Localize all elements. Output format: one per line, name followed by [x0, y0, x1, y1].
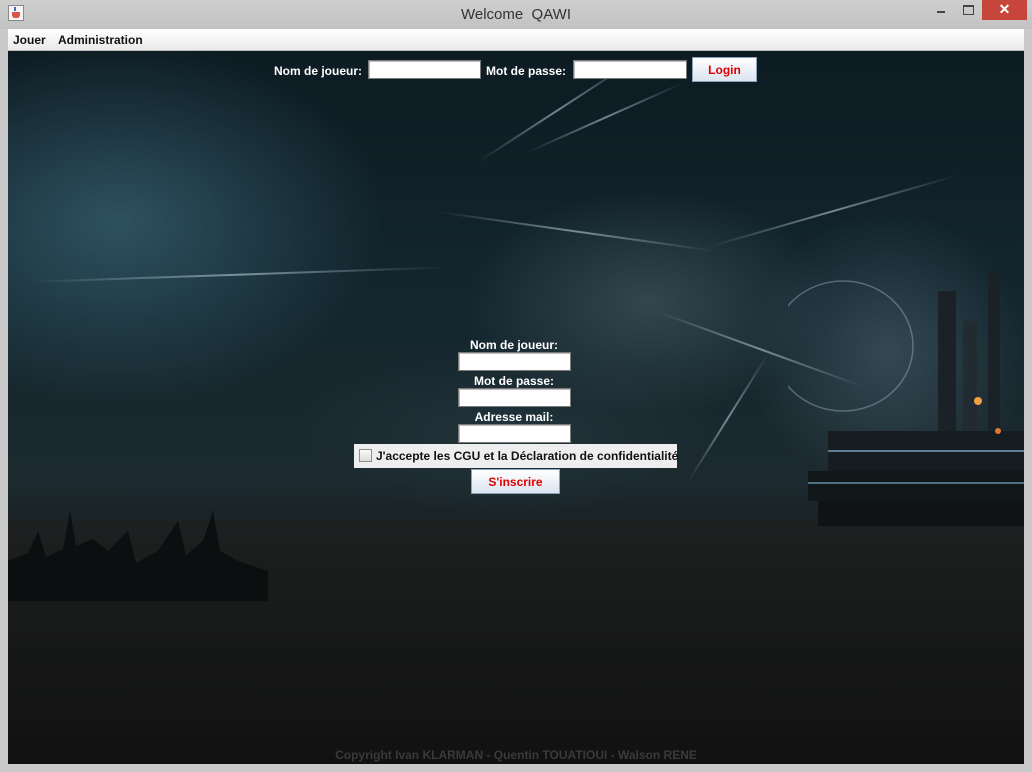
menu-administration[interactable]: Administration: [58, 33, 143, 47]
sky-streak: [527, 81, 684, 153]
register-username-label: Nom de joueur:: [469, 338, 558, 352]
application-window: Welcome QAWI ✕ Jouer Administration Nom …: [0, 0, 1032, 772]
login-password-label: Mot de passe:: [486, 64, 567, 78]
close-button[interactable]: ✕: [982, 0, 1027, 20]
ruins-silhouette: [8, 511, 268, 601]
register-password-label: Mot de passe:: [473, 374, 554, 388]
sky-streak: [437, 211, 716, 252]
futuristic-city-silhouette: [788, 271, 1024, 526]
maximize-button[interactable]: [955, 0, 981, 20]
title-bar[interactable]: Welcome QAWI ✕: [0, 0, 1032, 29]
menu-bar: Jouer Administration: [8, 29, 1024, 51]
register-email-input[interactable]: [458, 424, 571, 443]
login-button[interactable]: Login: [692, 57, 757, 82]
background-scene: Nom de joueur: Mot de passe: Login Nom d…: [8, 51, 1024, 764]
login-username-label: Nom de joueur:: [274, 64, 363, 78]
login-username-input[interactable]: [368, 60, 481, 79]
register-email-label: Adresse mail:: [474, 410, 554, 424]
close-icon: ✕: [998, 1, 1011, 17]
register-username-input[interactable]: [458, 352, 571, 371]
minimize-icon: [937, 11, 945, 13]
login-password-input[interactable]: [573, 60, 687, 79]
sky-streak: [707, 174, 959, 248]
register-password-input[interactable]: [458, 388, 571, 407]
cgu-checkbox[interactable]: [359, 449, 372, 462]
window-title: Welcome QAWI: [460, 6, 572, 23]
register-button[interactable]: S'inscrire: [471, 469, 560, 494]
maximize-icon: [963, 5, 974, 15]
minimize-button[interactable]: [928, 0, 954, 20]
sky-streak: [687, 354, 769, 483]
menu-jouer[interactable]: Jouer: [13, 33, 46, 47]
cgu-checkbox-row[interactable]: J'accepte les CGU et la Déclaration de c…: [354, 444, 678, 468]
cgu-label[interactable]: J'accepte les CGU et la Déclaration de c…: [376, 449, 678, 463]
copyright-footer: Copyright Ivan KLARMAN - Quentin TOUATIO…: [335, 748, 697, 762]
sky-streak: [27, 266, 448, 283]
